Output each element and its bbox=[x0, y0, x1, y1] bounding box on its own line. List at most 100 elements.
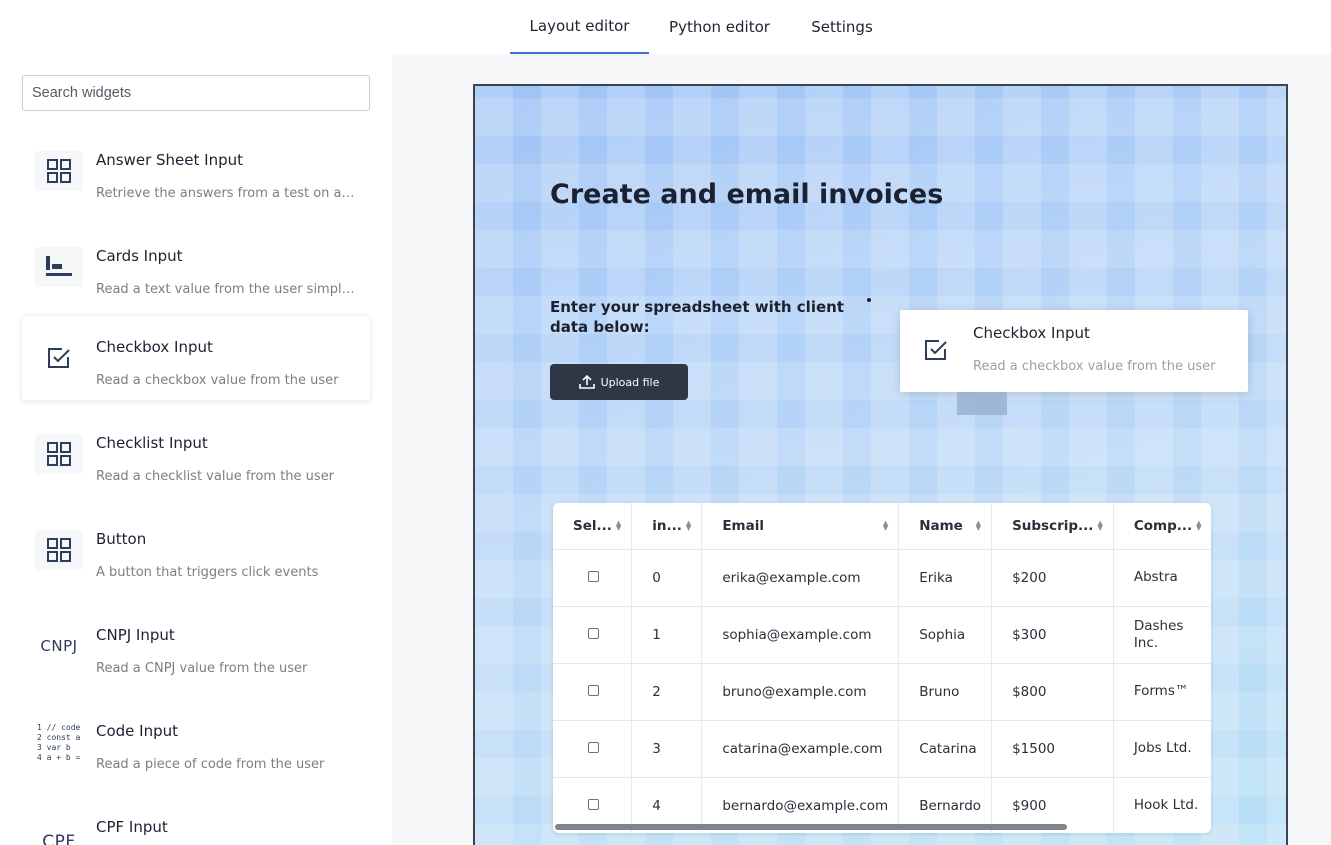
widget-description: Read a checkbox value from the user bbox=[96, 373, 339, 388]
table-row[interactable]: 3 catarina@example.com Catarina $1500 Jo… bbox=[553, 720, 1211, 778]
widget-title: Button bbox=[96, 530, 147, 548]
column-header[interactable]: in... ▲ ▼ bbox=[631, 503, 703, 550]
table-cell: catarina@example.com bbox=[701, 720, 900, 778]
horizontal-scrollbar[interactable] bbox=[555, 824, 1067, 830]
table-cell: 2 bbox=[631, 663, 703, 721]
row-select-checkbox[interactable] bbox=[588, 798, 599, 810]
sort-icon[interactable]: ▲ ▼ bbox=[976, 519, 981, 531]
widget-description: Read a checkbox value from the user bbox=[973, 359, 1216, 374]
sort-icon[interactable]: ▲ ▼ bbox=[616, 519, 621, 531]
sort-icon[interactable]: ▲ ▼ bbox=[883, 519, 888, 531]
table-cell: 3 bbox=[631, 720, 703, 778]
table-cell: Hook Ltd. bbox=[1113, 777, 1211, 833]
tab-python-editor[interactable]: Python editor bbox=[656, 0, 783, 54]
cnpj-icon: CNPJ bbox=[40, 637, 78, 655]
dragged-widget-checkbox-input[interactable]: Checkbox Input Read a checkbox value fro… bbox=[900, 310, 1248, 392]
table-cell: $1500 bbox=[991, 720, 1114, 778]
column-header[interactable]: Name ▲ ▼ bbox=[898, 503, 993, 550]
code-icon-line: 2 const a bbox=[37, 733, 81, 742]
widget-checklist-input[interactable]: Checklist Input Read a checklist value f… bbox=[22, 412, 370, 496]
column-header[interactable]: Email ▲ ▼ bbox=[701, 503, 900, 550]
table-cell: 0 bbox=[631, 549, 703, 607]
table-cell: Forms™ bbox=[1113, 663, 1211, 721]
widget-title: Checklist Input bbox=[96, 434, 208, 452]
table-row[interactable]: 0 erika@example.com Erika $200 Abstra bbox=[553, 549, 1211, 607]
code-icon-line: 4 a + b = bbox=[37, 753, 81, 762]
column-header[interactable]: Comp... ▲ ▼ bbox=[1113, 503, 1211, 550]
table-cell: $800 bbox=[991, 663, 1114, 721]
widget-title: Answer Sheet Input bbox=[96, 151, 243, 169]
client-data-table[interactable]: Sel... ▲ ▼ in... ▲ ▼ Email ▲ ▼ Name ▲ ▼ Subscrip… bbox=[553, 503, 1211, 833]
table-header-row: Sel... ▲ ▼ in... ▲ ▼ Email ▲ ▼ Name ▲ ▼ Subscrip… bbox=[553, 503, 1211, 550]
table-cell: Catarina bbox=[898, 720, 993, 778]
page-preview: Create and email invoices Enter your spr… bbox=[473, 84, 1288, 845]
drop-placeholder bbox=[957, 392, 1007, 415]
table-cell: Bruno bbox=[898, 663, 993, 721]
widget-description: Read a piece of code from the user bbox=[96, 757, 325, 772]
widget-sidebar: Answer Sheet Input Retrieve the answers … bbox=[0, 54, 392, 845]
widget-title: Checkbox Input bbox=[96, 338, 213, 356]
table-cell: Dashes Inc. bbox=[1113, 606, 1211, 664]
row-select-checkbox[interactable] bbox=[588, 684, 599, 696]
widget-title: Code Input bbox=[96, 722, 179, 740]
grid-icon bbox=[35, 151, 83, 191]
table-cell: Jobs Ltd. bbox=[1113, 720, 1211, 778]
upload-icon bbox=[578, 375, 595, 389]
widget-cpf-input[interactable]: CPF CPF Input bbox=[22, 796, 370, 845]
sort-icon[interactable]: ▲ ▼ bbox=[1097, 519, 1102, 531]
code-icon-line: 3 var b bbox=[37, 743, 71, 752]
table-cell: $200 bbox=[991, 549, 1114, 607]
grid-icon bbox=[35, 434, 83, 474]
table-cell: Sophia bbox=[898, 606, 993, 664]
data-table: Sel... ▲ ▼ in... ▲ ▼ Email ▲ ▼ Name ▲ ▼ Subscrip… bbox=[553, 503, 1211, 833]
code-icon-line: 1 // code bbox=[37, 723, 81, 732]
column-header[interactable]: Sel... ▲ ▼ bbox=[553, 503, 633, 550]
code-icon: 1 // code 2 const a 3 var b 4 a + b = bbox=[35, 722, 83, 762]
widget-answer-sheet-input[interactable]: Answer Sheet Input Retrieve the answers … bbox=[22, 129, 370, 213]
widget-title: CNPJ Input bbox=[96, 626, 175, 644]
widget-cnpj-input[interactable]: CNPJ CNPJ Input Read a CNPJ value from t… bbox=[22, 604, 370, 688]
table-cell: erika@example.com bbox=[701, 549, 900, 607]
sort-icon[interactable]: ▲ ▼ bbox=[686, 519, 691, 531]
cards-icon bbox=[35, 247, 83, 287]
sort-icon[interactable]: ▲ ▼ bbox=[1196, 519, 1201, 531]
widget-description: Read a text value from the user simple t… bbox=[96, 282, 358, 297]
cpf-icon: CPF bbox=[42, 832, 76, 845]
page-subtitle: Enter your spreadsheet with client data … bbox=[550, 298, 844, 336]
widget-button[interactable]: Button A button that triggers click even… bbox=[22, 508, 370, 592]
row-select-checkbox[interactable] bbox=[588, 627, 599, 639]
upload-file-label: Upload file bbox=[600, 375, 660, 389]
widget-checkbox-input[interactable]: Checkbox Input Read a checkbox value fro… bbox=[22, 316, 370, 400]
editor-tabs: Layout editor Python editor Settings bbox=[0, 0, 1331, 54]
checkbox-icon bbox=[912, 330, 960, 370]
widget-description: Read a checklist value from the user bbox=[96, 469, 335, 484]
table-cell: bruno@example.com bbox=[701, 663, 900, 721]
upload-file-button[interactable]: Upload file bbox=[550, 364, 688, 400]
widget-description: Retrieve the answers from a test on a us… bbox=[96, 186, 358, 201]
cursor-dot bbox=[867, 298, 871, 302]
table-cell: $300 bbox=[991, 606, 1114, 664]
checkbox-icon bbox=[35, 338, 83, 378]
widget-description: Read a CNPJ value from the user bbox=[96, 661, 308, 676]
search-widgets-input[interactable] bbox=[22, 75, 370, 111]
widget-code-input[interactable]: 1 // code 2 const a 3 var b 4 a + b = Co… bbox=[22, 700, 370, 784]
widget-title: Cards Input bbox=[96, 247, 183, 265]
widget-title: Checkbox Input bbox=[973, 324, 1090, 342]
page-title: Create and email invoices bbox=[550, 179, 944, 210]
tab-layout-editor[interactable]: Layout editor bbox=[510, 0, 649, 54]
row-select-checkbox[interactable] bbox=[588, 570, 599, 582]
table-row[interactable]: 2 bruno@example.com Bruno $800 Forms™ bbox=[553, 663, 1211, 721]
layout-canvas: Create and email invoices Enter your spr… bbox=[392, 54, 1331, 845]
table-cell: Abstra bbox=[1113, 549, 1211, 607]
grid-icon bbox=[35, 530, 83, 570]
widget-title: CPF Input bbox=[96, 818, 168, 836]
column-header[interactable]: Subscrip... ▲ ▼ bbox=[991, 503, 1114, 550]
table-cell: sophia@example.com bbox=[701, 606, 900, 664]
widget-cards-input[interactable]: Cards Input Read a text value from the u… bbox=[22, 225, 370, 309]
table-cell: 1 bbox=[631, 606, 703, 664]
tab-settings[interactable]: Settings bbox=[796, 0, 888, 54]
widget-description: A button that triggers click events bbox=[96, 565, 319, 580]
row-select-checkbox[interactable] bbox=[588, 741, 599, 753]
table-row[interactable]: 1 sophia@example.com Sophia $300 Dashes … bbox=[553, 606, 1211, 664]
table-cell: Erika bbox=[898, 549, 993, 607]
